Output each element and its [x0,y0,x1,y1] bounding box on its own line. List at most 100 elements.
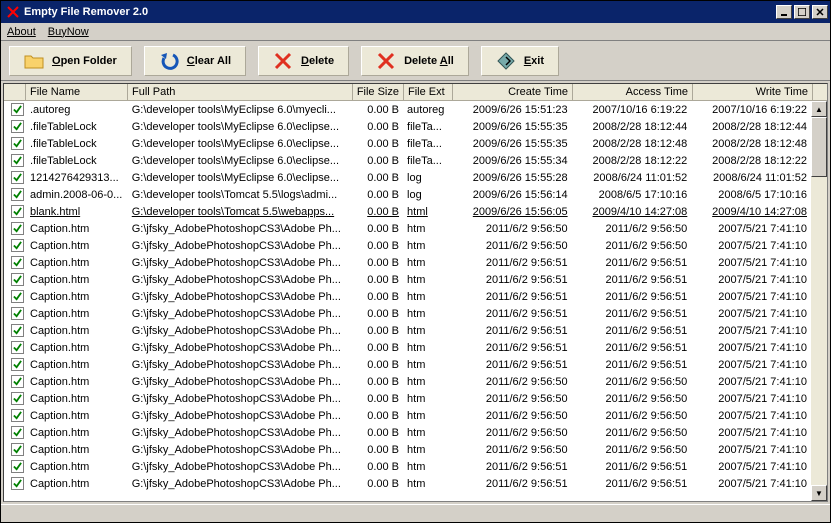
row-checkbox[interactable] [11,120,24,133]
cell-fileext: htm [403,291,452,303]
cell-fileext: htm [403,342,452,354]
header-write[interactable]: Write Time [693,84,813,100]
cell-fullpath: G:\jfsky_AdobePhotoshopCS3\Adobe Ph... [128,376,352,388]
row-checkbox[interactable] [11,307,24,320]
table-row[interactable]: Caption.htmG:\jfsky_AdobePhotoshopCS3\Ad… [4,271,811,288]
table-row[interactable]: admin.2008-06-0...G:\developer tools\Tom… [4,186,811,203]
table-row[interactable]: Caption.htmG:\jfsky_AdobePhotoshopCS3\Ad… [4,356,811,373]
header-fullpath[interactable]: Full Path [128,84,353,100]
cell-fullpath: G:\developer tools\Tomcat 5.5\webapps... [128,206,352,218]
table-row[interactable]: Caption.htmG:\jfsky_AdobePhotoshopCS3\Ad… [4,373,811,390]
table-row[interactable]: Caption.htmG:\jfsky_AdobePhotoshopCS3\Ad… [4,390,811,407]
row-checkbox[interactable] [11,324,24,337]
cell-fullpath: G:\jfsky_AdobePhotoshopCS3\Adobe Ph... [128,410,352,422]
table-row[interactable]: Caption.htmG:\jfsky_AdobePhotoshopCS3\Ad… [4,288,811,305]
table-row[interactable]: Caption.htmG:\jfsky_AdobePhotoshopCS3\Ad… [4,237,811,254]
cell-fileext: htm [403,240,452,252]
header-fileext[interactable]: File Ext [404,84,453,100]
table-row[interactable]: Caption.htmG:\jfsky_AdobePhotoshopCS3\Ad… [4,441,811,458]
cell-access: 2011/6/2 9:56:50 [572,376,692,388]
table-row[interactable]: Caption.htmG:\jfsky_AdobePhotoshopCS3\Ad… [4,424,811,441]
header-create[interactable]: Create Time [453,84,573,100]
cell-write: 2008/2/28 18:12:44 [691,121,811,133]
header-access[interactable]: Access Time [573,84,693,100]
cell-filename: Caption.htm [26,257,128,269]
row-checkbox[interactable] [11,137,24,150]
vertical-scrollbar[interactable]: ▲ ▼ [811,101,827,501]
cell-access: 2011/6/2 9:56:50 [572,393,692,405]
scroll-track[interactable] [811,117,827,485]
delete-all-button[interactable]: Delete All [361,46,469,76]
row-checkbox[interactable] [11,460,24,473]
row-checkbox[interactable] [11,375,24,388]
cell-access: 2008/2/28 18:12:48 [572,138,692,150]
header-checkbox[interactable] [4,84,26,100]
cell-write: 2007/5/21 7:41:10 [691,410,811,422]
row-checkbox[interactable] [11,239,24,252]
cell-filesize: 0.00 B [352,257,403,269]
scroll-down-button[interactable]: ▼ [811,485,827,501]
scroll-thumb[interactable] [811,117,827,177]
table-row[interactable]: .fileTableLockG:\developer tools\MyEclip… [4,118,811,135]
row-checkbox[interactable] [11,358,24,371]
table-row[interactable]: Caption.htmG:\jfsky_AdobePhotoshopCS3\Ad… [4,254,811,271]
row-checkbox[interactable] [11,103,24,116]
table-row[interactable]: blank.htmlG:\developer tools\Tomcat 5.5\… [4,203,811,220]
cell-create: 2011/6/2 9:56:51 [452,325,572,337]
row-checkbox[interactable] [11,341,24,354]
cell-write: 2008/6/5 17:10:16 [691,189,811,201]
row-checkbox[interactable] [11,188,24,201]
minimize-button[interactable] [776,5,792,19]
cell-filename: .fileTableLock [26,121,128,133]
row-checkbox[interactable] [11,477,24,490]
cell-fullpath: G:\developer tools\MyEclipse 6.0\eclipse… [128,155,352,167]
menu-buynow[interactable]: BuyNow [48,26,89,38]
delete-button[interactable]: Delete [258,46,349,76]
cell-create: 2011/6/2 9:56:50 [452,410,572,422]
header-filesize[interactable]: File Size [353,84,404,100]
cell-access: 2011/6/2 9:56:51 [572,342,692,354]
row-checkbox[interactable] [11,171,24,184]
open-folder-button[interactable]: Open Folder [9,46,132,76]
cell-fileext: html [403,206,452,218]
table-row[interactable]: Caption.htmG:\jfsky_AdobePhotoshopCS3\Ad… [4,305,811,322]
cell-fullpath: G:\jfsky_AdobePhotoshopCS3\Adobe Ph... [128,359,352,371]
table-row[interactable]: .autoregG:\developer tools\MyEclipse 6.0… [4,101,811,118]
row-checkbox[interactable] [11,409,24,422]
cell-write: 2008/2/28 18:12:22 [691,155,811,167]
cell-filename: Caption.htm [26,223,128,235]
close-button[interactable] [812,5,828,19]
table-row[interactable]: Caption.htmG:\jfsky_AdobePhotoshopCS3\Ad… [4,339,811,356]
table-row[interactable]: Caption.htmG:\jfsky_AdobePhotoshopCS3\Ad… [4,475,811,492]
row-checkbox[interactable] [11,154,24,167]
table-row[interactable]: Caption.htmG:\jfsky_AdobePhotoshopCS3\Ad… [4,220,811,237]
table-row[interactable]: .fileTableLockG:\developer tools\MyEclip… [4,135,811,152]
header-filename[interactable]: File Name [26,84,128,100]
row-checkbox[interactable] [11,443,24,456]
table-row[interactable]: .fileTableLockG:\developer tools\MyEclip… [4,152,811,169]
menu-about[interactable]: About [7,26,36,38]
row-checkbox[interactable] [11,256,24,269]
exit-button[interactable]: Exit [481,46,559,76]
row-checkbox[interactable] [11,273,24,286]
table-row[interactable]: Caption.htmG:\jfsky_AdobePhotoshopCS3\Ad… [4,407,811,424]
cell-filesize: 0.00 B [352,461,403,473]
row-checkbox[interactable] [11,426,24,439]
app-window: Empty File Remover 2.0 About BuyNow Open… [0,0,831,523]
maximize-button[interactable] [794,5,810,19]
row-checkbox[interactable] [11,290,24,303]
scroll-up-button[interactable]: ▲ [811,101,827,117]
clear-all-button[interactable]: Clear All [144,46,246,76]
cell-write: 2007/5/21 7:41:10 [691,444,811,456]
table-row[interactable]: Caption.htmG:\jfsky_AdobePhotoshopCS3\Ad… [4,458,811,475]
table-row[interactable]: Caption.htmG:\jfsky_AdobePhotoshopCS3\Ad… [4,322,811,339]
cell-write: 2007/5/21 7:41:10 [691,223,811,235]
cell-filename: Caption.htm [26,478,128,490]
row-checkbox[interactable] [11,392,24,405]
row-checkbox[interactable] [11,222,24,235]
cell-create: 2011/6/2 9:56:50 [452,223,572,235]
cell-filesize: 0.00 B [352,138,403,150]
cell-filename: .fileTableLock [26,155,128,167]
row-checkbox[interactable] [11,205,24,218]
table-row[interactable]: 1214276429313...G:\developer tools\MyEcl… [4,169,811,186]
